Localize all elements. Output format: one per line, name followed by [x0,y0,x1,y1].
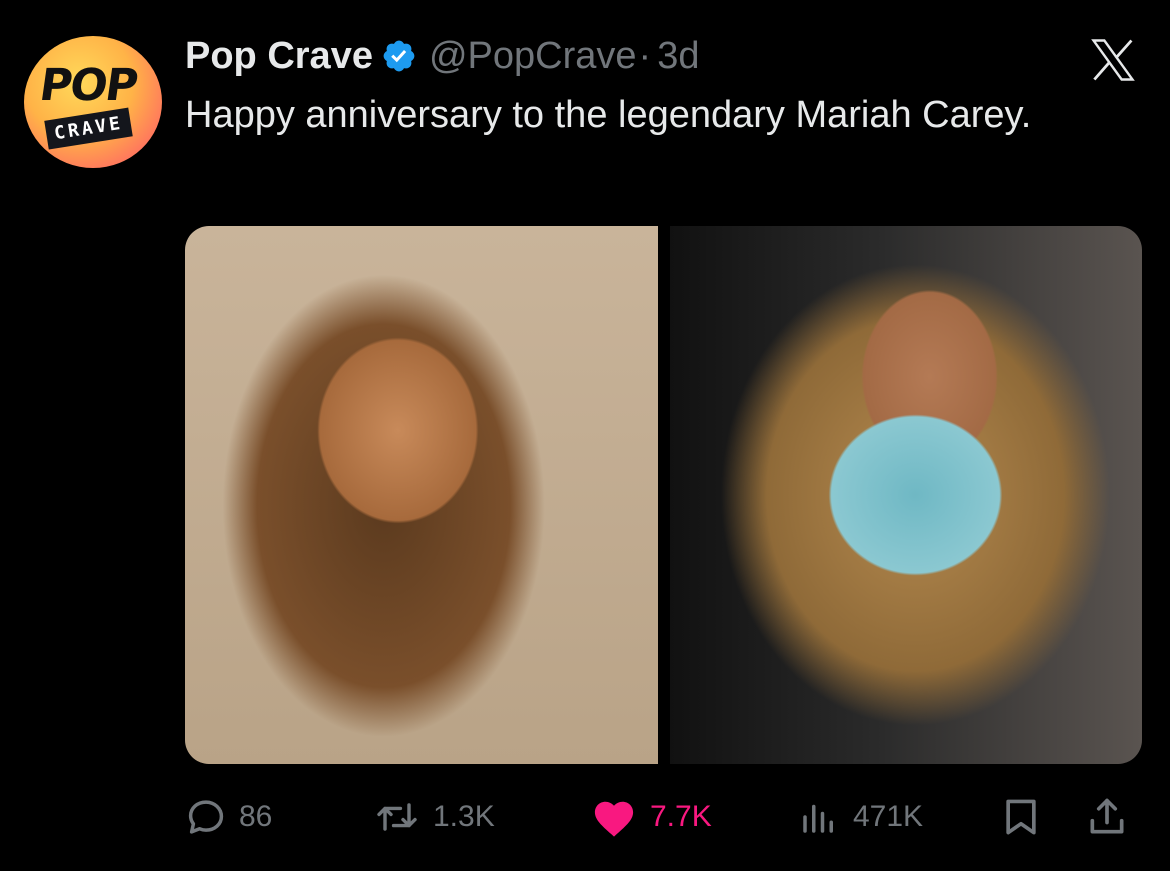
retweet-count: 1.3K [433,800,495,833]
share-button[interactable] [1085,795,1129,839]
reply-icon [188,800,224,834]
avatar[interactable]: POP CRAVE [24,36,162,168]
media-grid[interactable] [185,226,1142,764]
action-bar: 86 1.3K 7.7K 471K [185,795,1145,839]
share-icon [1090,798,1124,834]
bookmark-button[interactable] [999,795,1043,839]
photo-right[interactable] [669,226,1142,764]
x-logo-icon[interactable] [1085,34,1141,86]
author-name[interactable]: Pop Crave [185,35,373,78]
avatar-logo-top: POP [36,60,140,111]
author-handle[interactable]: @PopCrave [429,35,637,78]
verified-badge-icon[interactable] [381,38,417,74]
heart-icon [594,801,634,837]
like-button[interactable]: 7.7K [590,795,712,839]
avatar-logo-bottom: CRAVE [44,107,133,150]
meta-separator: · [638,34,652,77]
views-chart-icon [803,804,833,833]
bookmark-icon [1006,799,1036,835]
retweet-icon [377,803,417,831]
views-count: 471K [853,800,924,833]
timestamp[interactable]: 3d [657,35,699,78]
like-count: 7.7K [650,800,712,833]
reply-button[interactable]: 86 [185,795,272,839]
retweet-button[interactable]: 1.3K [373,795,495,839]
views-button[interactable]: 471K [797,795,923,839]
tweet-text: Happy anniversary to the legendary Maria… [185,94,1032,136]
reply-count: 86 [239,800,273,833]
photo-left[interactable] [185,226,658,764]
tweet-header: Pop Crave @PopCrave · 3d [185,30,699,82]
